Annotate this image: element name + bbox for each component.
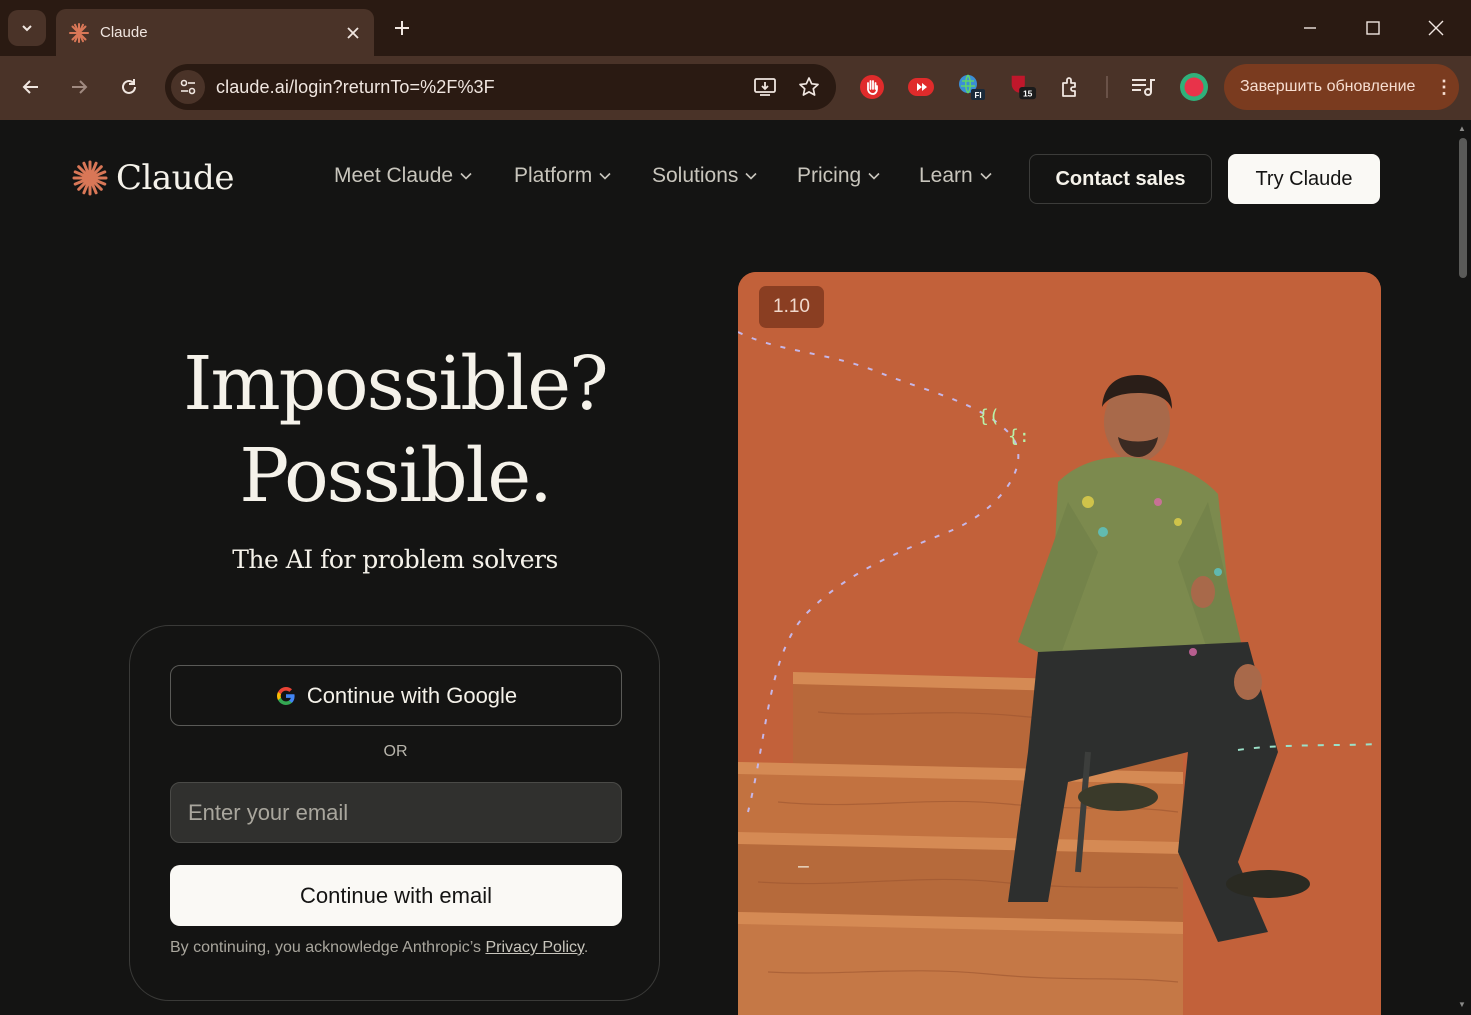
continue-with-google-button[interactable]: Continue with Google bbox=[170, 665, 622, 726]
legal-notice: By continuing, you acknowledge Anthropic… bbox=[170, 939, 650, 957]
address-bar[interactable]: claude.ai/login?returnTo=%2F%3F bbox=[165, 64, 836, 110]
logo-text: Claude bbox=[116, 158, 234, 198]
more-vert-icon[interactable]: ⋮ bbox=[1429, 77, 1459, 98]
toolbar-divider bbox=[1106, 76, 1108, 98]
tune-icon bbox=[180, 79, 196, 95]
nav-label: Pricing bbox=[797, 164, 862, 187]
finish-update-button[interactable]: Завершить обновление ⋮ bbox=[1224, 64, 1459, 110]
nav-label: Learn bbox=[919, 164, 973, 187]
google-button-label: Continue with Google bbox=[306, 682, 518, 708]
legal-prefix: By continuing, you acknowledge Anthropic… bbox=[170, 939, 486, 956]
scrollbar-thumb[interactable] bbox=[1459, 138, 1467, 278]
minimize-button[interactable] bbox=[1288, 10, 1332, 46]
page: Claude Meet Claude Platform Solutions Pr… bbox=[0, 120, 1455, 1015]
svg-text:{:: {: bbox=[1008, 426, 1030, 447]
contact-sales-button[interactable]: Contact sales bbox=[1029, 154, 1212, 204]
vpn-badge: FI bbox=[974, 91, 981, 100]
plus-icon bbox=[395, 21, 409, 35]
email-input[interactable] bbox=[170, 782, 622, 843]
hero-title-line2: Possible. bbox=[239, 433, 552, 519]
page-scrollbar[interactable]: ▲ ▼ bbox=[1455, 120, 1471, 1015]
browser-tab[interactable]: Claude bbox=[56, 9, 374, 56]
person-on-stairs-illustration: {( {: — bbox=[738, 272, 1381, 1015]
tab-search-button[interactable] bbox=[8, 10, 46, 46]
extensions-puzzle-icon[interactable] bbox=[1056, 72, 1086, 102]
shield-badge: 15 bbox=[1023, 88, 1033, 98]
scroll-down-arrow[interactable]: ▼ bbox=[1458, 1000, 1466, 1009]
browser-tabbar: Claude bbox=[0, 0, 1471, 56]
browser-toolbar: claude.ai/login?returnTo=%2F%3F FI 15 За… bbox=[0, 56, 1471, 120]
nav-platform[interactable]: Platform bbox=[514, 164, 611, 188]
maximize-button[interactable] bbox=[1351, 10, 1395, 46]
adblock-extension-icon[interactable] bbox=[857, 72, 887, 102]
chevron-down-icon bbox=[980, 172, 992, 180]
svg-text:{(: {( bbox=[978, 406, 1000, 427]
url-text[interactable]: claude.ai/login?returnTo=%2F%3F bbox=[216, 77, 748, 98]
hero-title-line1: Impossible? bbox=[183, 341, 608, 427]
scroll-up-arrow[interactable]: ▲ bbox=[1458, 124, 1466, 133]
arrow-right-icon bbox=[72, 80, 88, 94]
claude-logo[interactable]: Claude bbox=[72, 158, 234, 198]
privacy-policy-link[interactable]: Privacy Policy bbox=[485, 939, 583, 956]
vpn-extension-icon[interactable]: FI bbox=[956, 72, 986, 102]
nav-solutions[interactable]: Solutions bbox=[652, 164, 757, 188]
nav-label: Platform bbox=[514, 164, 593, 187]
back-button[interactable] bbox=[14, 70, 48, 104]
update-label: Завершить обновление bbox=[1240, 78, 1416, 95]
version-badge: 1.10 bbox=[759, 286, 824, 328]
nav-meet-claude[interactable]: Meet Claude bbox=[334, 164, 472, 188]
login-card: Continue with Google OR Continue with em… bbox=[129, 625, 660, 1001]
hero-illustration: {( {: — 1.10 bbox=[738, 272, 1381, 1015]
new-tab-button[interactable] bbox=[388, 14, 416, 42]
chevron-down-icon bbox=[599, 172, 611, 180]
try-claude-button[interactable]: Try Claude bbox=[1228, 154, 1380, 204]
media-control-icon[interactable] bbox=[1128, 72, 1158, 102]
continue-with-email-button[interactable]: Continue with email bbox=[170, 865, 622, 926]
bookmark-star-icon[interactable] bbox=[792, 70, 826, 104]
forward-button[interactable] bbox=[62, 70, 96, 104]
video-extension-icon[interactable] bbox=[906, 72, 936, 102]
shield-extension-icon[interactable]: 15 bbox=[1007, 72, 1037, 102]
close-icon bbox=[1428, 20, 1444, 36]
reload-icon bbox=[122, 79, 136, 94]
close-tab-icon[interactable] bbox=[340, 20, 366, 46]
chevron-down-icon bbox=[460, 172, 472, 180]
claude-spark-icon bbox=[72, 160, 108, 196]
nav-pricing[interactable]: Pricing bbox=[797, 164, 880, 188]
chevron-down-icon bbox=[22, 25, 32, 32]
site-info-button[interactable] bbox=[171, 70, 205, 104]
nav-label: Solutions bbox=[652, 164, 739, 187]
install-app-icon[interactable] bbox=[748, 70, 782, 104]
maximize-icon bbox=[1366, 21, 1380, 35]
nav-label: Meet Claude bbox=[334, 164, 454, 187]
chevron-down-icon bbox=[868, 172, 880, 180]
or-divider-label: OR bbox=[383, 743, 408, 760]
legal-suffix: . bbox=[583, 939, 589, 956]
profile-avatar[interactable] bbox=[1179, 72, 1209, 102]
google-icon bbox=[276, 686, 295, 705]
chevron-down-icon bbox=[745, 172, 757, 180]
arrow-left-icon bbox=[22, 80, 38, 94]
svg-text:—: — bbox=[798, 856, 809, 877]
tab-title: Claude bbox=[100, 24, 148, 41]
claude-favicon-icon bbox=[69, 22, 89, 43]
hero-subtitle: The AI for problem solvers bbox=[232, 545, 558, 574]
nav-learn[interactable]: Learn bbox=[919, 164, 992, 188]
close-window-button[interactable] bbox=[1414, 10, 1458, 46]
minimize-icon bbox=[1304, 27, 1316, 29]
hero-title: Impossible? Possible. bbox=[100, 338, 690, 522]
reload-button[interactable] bbox=[112, 70, 146, 104]
